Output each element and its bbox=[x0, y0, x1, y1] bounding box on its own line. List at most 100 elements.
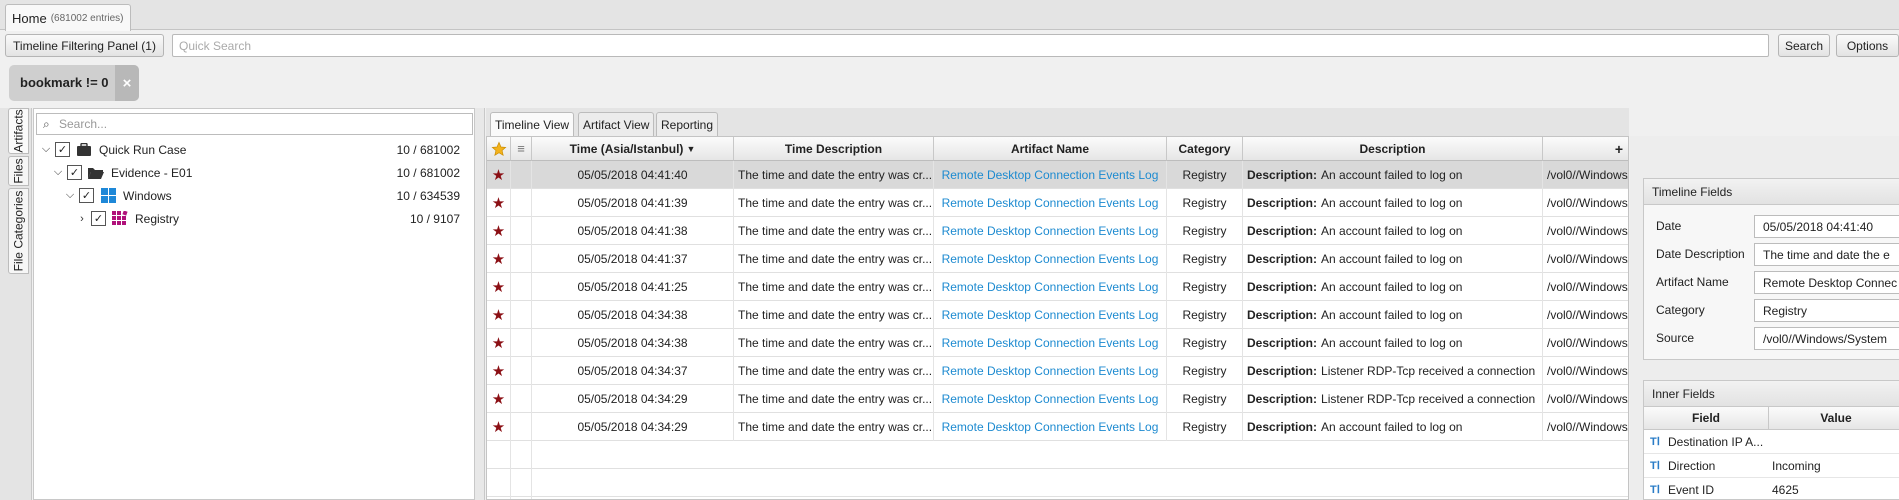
quick-search-input[interactable] bbox=[172, 34, 1769, 57]
bookmark-cell[interactable]: ★ bbox=[487, 273, 511, 301]
bookmark-column-header[interactable] bbox=[487, 137, 511, 161]
inner-field-row[interactable]: TⅠ Destination IP A... bbox=[1644, 430, 1899, 454]
tree-search-input[interactable] bbox=[59, 114, 459, 134]
row-menu-cell[interactable] bbox=[511, 161, 532, 189]
tab-timeline-view[interactable]: Timeline View bbox=[490, 112, 575, 136]
add-column-button[interactable]: + bbox=[1543, 137, 1628, 161]
tree-node-label: Windows bbox=[123, 188, 172, 203]
cell-artifact-name-link[interactable]: Remote Desktop Connection Events Log bbox=[934, 385, 1167, 413]
cell-source: /vol0//Windows/System32/ bbox=[1547, 252, 1628, 266]
row-menu-cell[interactable] bbox=[511, 189, 532, 217]
side-tab-artifacts[interactable]: Artifacts bbox=[8, 108, 29, 154]
description-prefix: Description: bbox=[1247, 336, 1318, 350]
side-tab-files[interactable]: Files bbox=[8, 156, 29, 186]
timeline-field-value[interactable]: Registry bbox=[1754, 299, 1899, 322]
table-row[interactable]: ★ 05/05/2018 04:34:37 The time and date th… bbox=[487, 357, 1628, 385]
description-text: An account failed to log on bbox=[1321, 224, 1463, 238]
bookmark-cell[interactable]: ★ bbox=[487, 357, 511, 385]
search-button[interactable]: Search bbox=[1778, 34, 1830, 57]
column-header-artifact-name[interactable]: Artifact Name bbox=[934, 137, 1167, 161]
table-row[interactable]: ★ 05/05/2018 04:34:29 The time and date th… bbox=[487, 385, 1628, 413]
inner-fields-column-field[interactable]: Field bbox=[1644, 407, 1769, 430]
column-header-category[interactable]: Category bbox=[1167, 137, 1243, 161]
row-menu-cell[interactable] bbox=[511, 301, 532, 329]
cell-description: Description: An account failed to log on bbox=[1243, 329, 1543, 357]
tree-node-evidence-e01[interactable]: ⌵ ✓ Evidence - E01 10 / 681002 bbox=[52, 161, 470, 184]
inner-field-row[interactable]: TⅠ Event ID 4625 bbox=[1644, 478, 1899, 500]
tab-reporting[interactable]: Reporting bbox=[656, 112, 719, 136]
timeline-field-value[interactable]: 05/05/2018 04:41:40 bbox=[1754, 215, 1899, 238]
tab-home[interactable]: Home (681002 entries) bbox=[5, 4, 131, 31]
tree-checkbox[interactable]: ✓ bbox=[91, 211, 106, 226]
table-row[interactable]: ★ 05/05/2018 04:34:38 The time and date th… bbox=[487, 329, 1628, 357]
bookmark-cell[interactable]: ★ bbox=[487, 217, 511, 245]
chevron-right-icon[interactable]: › bbox=[76, 213, 88, 225]
text-type-icon: TⅠ bbox=[1650, 484, 1660, 496]
cell-source: /vol0//Windows/System32/ bbox=[1547, 420, 1628, 434]
inner-field-row[interactable]: TⅠ Direction Incoming bbox=[1644, 454, 1899, 478]
cell-description: Description: An account failed to log on bbox=[1243, 217, 1543, 245]
tree-node-quick-run-case[interactable]: ⌵ ✓ Quick Run Case 10 / 681002 bbox=[40, 138, 470, 161]
tab-artifact-view[interactable]: Artifact View bbox=[578, 112, 655, 136]
bookmark-cell[interactable]: ★ bbox=[487, 329, 511, 357]
cell-artifact-name-link[interactable]: Remote Desktop Connection Events Log bbox=[934, 413, 1167, 441]
side-tab-strip: Artifacts Files File Categories bbox=[0, 108, 32, 500]
column-header-description[interactable]: Description bbox=[1243, 137, 1543, 161]
row-menu-cell[interactable] bbox=[511, 273, 532, 301]
timeline-field-label: Artifact Name bbox=[1656, 275, 1729, 289]
chevron-down-icon[interactable]: ⌵ bbox=[64, 189, 76, 202]
cell-artifact-name-link[interactable]: Remote Desktop Connection Events Log bbox=[934, 273, 1167, 301]
table-row[interactable]: ★ 05/05/2018 04:41:38 The time and date th… bbox=[487, 217, 1628, 245]
cell-artifact-name-link[interactable]: Remote Desktop Connection Events Log bbox=[934, 189, 1167, 217]
chevron-down-icon[interactable]: ⌵ bbox=[52, 166, 64, 179]
cell-time-description: The time and date the entry was cr... bbox=[734, 357, 934, 385]
table-row[interactable]: ★ 05/05/2018 04:41:40 The time and date th… bbox=[487, 161, 1628, 189]
bookmark-cell[interactable]: ★ bbox=[487, 189, 511, 217]
timeline-field-value[interactable]: The time and date the e bbox=[1754, 243, 1899, 266]
cell-artifact-name-link[interactable]: Remote Desktop Connection Events Log bbox=[934, 357, 1167, 385]
table-row[interactable]: ★ 05/05/2018 04:41:39 The time and date th… bbox=[487, 189, 1628, 217]
side-tab-file-categories[interactable]: File Categories bbox=[8, 188, 29, 274]
tree-node-windows[interactable]: ⌵ ✓ Windows 10 / 634539 bbox=[64, 184, 470, 207]
row-menu-cell[interactable] bbox=[511, 329, 532, 357]
inner-fields-column-value[interactable]: Value bbox=[1769, 407, 1899, 430]
cell-artifact-name-link[interactable]: Remote Desktop Connection Events Log bbox=[934, 245, 1167, 273]
view-tab-strip: Timeline View Artifact View Reporting bbox=[486, 108, 1629, 136]
bookmark-cell[interactable]: ★ bbox=[487, 301, 511, 329]
table-row[interactable]: ★ 05/05/2018 04:34:29 The time and date th… bbox=[487, 413, 1628, 441]
bookmark-cell[interactable]: ★ bbox=[487, 413, 511, 441]
cell-artifact-name-link[interactable]: Remote Desktop Connection Events Log bbox=[934, 161, 1167, 189]
timeline-field-value[interactable]: Remote Desktop Connec bbox=[1754, 271, 1899, 294]
row-menu-cell[interactable] bbox=[511, 385, 532, 413]
side-tab-file-categories-label: File Categories bbox=[11, 190, 26, 272]
remove-filter-close-icon[interactable]: × bbox=[115, 65, 139, 101]
column-header-time[interactable]: Time (Asia/Istanbul) ▼ bbox=[532, 137, 734, 161]
row-menu-column-header[interactable]: ≡ bbox=[511, 137, 532, 161]
options-button[interactable]: Options bbox=[1836, 34, 1899, 57]
tree-checkbox[interactable]: ✓ bbox=[67, 165, 82, 180]
timeline-filtering-panel-button[interactable]: Timeline Filtering Panel (1) bbox=[5, 34, 164, 57]
row-menu-cell[interactable] bbox=[511, 217, 532, 245]
row-menu-cell[interactable] bbox=[511, 413, 532, 441]
cell-artifact-name-link[interactable]: Remote Desktop Connection Events Log bbox=[934, 329, 1167, 357]
chevron-down-icon[interactable]: ⌵ bbox=[40, 143, 52, 156]
timeline-field-value[interactable]: /vol0//Windows/System bbox=[1754, 327, 1899, 350]
tree-checkbox[interactable]: ✓ bbox=[55, 142, 70, 157]
inner-fields-panel: Inner Fields Field Value TⅠ Destination I… bbox=[1643, 380, 1899, 500]
table-row[interactable]: ★ 05/05/2018 04:34:38 The time and date th… bbox=[487, 301, 1628, 329]
column-header-time-description[interactable]: Time Description bbox=[734, 137, 934, 161]
tree-search-box[interactable]: ⌕ bbox=[36, 113, 473, 135]
cell-artifact-name-link[interactable]: Remote Desktop Connection Events Log bbox=[934, 301, 1167, 329]
row-menu-cell[interactable] bbox=[511, 245, 532, 273]
table-row[interactable]: ★ 05/05/2018 04:41:37 The time and date th… bbox=[487, 245, 1628, 273]
tree-node-registry[interactable]: › ✓ Registry 10 / 9107 bbox=[76, 207, 470, 230]
bookmark-cell[interactable]: ★ bbox=[487, 385, 511, 413]
row-menu-cell[interactable] bbox=[511, 357, 532, 385]
side-tab-artifacts-label: Artifacts bbox=[11, 109, 26, 153]
tree-checkbox[interactable]: ✓ bbox=[79, 188, 94, 203]
table-row[interactable]: ★ 05/05/2018 04:41:25 The time and date th… bbox=[487, 273, 1628, 301]
cell-artifact-name-link[interactable]: Remote Desktop Connection Events Log bbox=[934, 217, 1167, 245]
bookmark-cell[interactable]: ★ bbox=[487, 245, 511, 273]
panel-splitter[interactable] bbox=[475, 108, 485, 500]
bookmark-cell[interactable]: ★ bbox=[487, 161, 511, 189]
